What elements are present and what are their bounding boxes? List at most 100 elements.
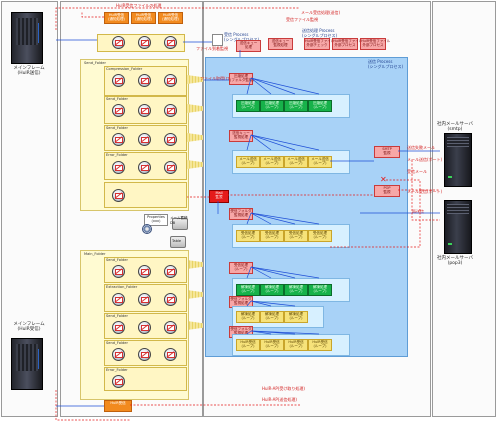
table-label: Table <box>172 239 182 243</box>
mainframe-send-label: メインフレーム (HulR送信) <box>13 66 45 76</box>
recv-box-1-3: 受信処理 (ループ) <box>284 230 308 242</box>
bottom-hulr-send-box: HulR受信 <box>104 400 132 412</box>
smtp-out-label: メール送信(ポート) <box>407 157 443 162</box>
retry-label: 再送信 <box>412 209 424 214</box>
top-gear-panel <box>212 34 223 46</box>
send-env-2a <box>112 104 125 117</box>
send-env-1b <box>138 74 151 87</box>
send-folder-label-1: Send_Folder <box>84 61 106 65</box>
green-box-2-1: 解凍処理 (ループ) <box>236 284 260 296</box>
top-pink-box-1: 送信キュー 監視処理 <box>268 38 293 50</box>
send-env-2b <box>138 104 151 117</box>
settings-gear-icon <box>142 224 152 234</box>
file-watch-annotation: ファイル到着監視 <box>196 46 228 51</box>
green-box-2-3: 解凍処理 (ループ) <box>284 284 308 296</box>
top-orange-box-2: HulR受信 (通知処理) <box>131 12 156 24</box>
db-label: メール蓄積 DB <box>170 216 188 225</box>
smtp-server-icon <box>444 133 472 187</box>
mail-receive-annotation: メール受信処理(送信) <box>301 10 341 15</box>
send-folder-label-5: Error_Folder <box>106 153 128 157</box>
top-orange-box-3: HulR受信 (通知処理) <box>158 12 183 24</box>
center-pink-4: 受信フォルダ 監視処理 <box>229 208 253 220</box>
send-folder-label-2: Compression_Folder <box>106 67 143 71</box>
pop-monitor-box: POP 監視 <box>374 185 400 197</box>
recv-folder-label-5: Send_Folder <box>106 341 128 345</box>
send-env-3c <box>164 133 177 146</box>
send-env-1a <box>112 74 125 87</box>
recv-folder-label-4: Send_Folder <box>106 314 128 318</box>
mainframe-send-server-icon <box>11 12 43 64</box>
send-env-1c <box>164 74 177 87</box>
send-folder-label-4: Send_Folder <box>106 126 128 130</box>
center-pink-1: 圧縮処理 (フォルダ監視) <box>229 73 254 85</box>
send-folder-label-3: Send_Folder <box>106 97 128 101</box>
pop3-server-label: 社内メールサーバ (pop3) <box>437 256 473 266</box>
top-orange-box-1: HulR受信 (通知処理) <box>104 12 129 24</box>
mainframe-receive-label: メインフレーム (HulR受信) <box>13 322 45 332</box>
green-box-2-4: 解凍処理 (ループ) <box>308 284 332 296</box>
rcv-scan-annotation: 受信ファイル監視 <box>286 17 318 22</box>
hulr-receive-annotation: HulR受信ファイルの処理 <box>116 3 162 8</box>
hulr-box-3: HulR受信 (ループ) <box>284 339 308 351</box>
recv-env-2a <box>112 293 125 306</box>
top-env-icon-3 <box>164 36 177 49</box>
error-env-icon <box>112 189 125 202</box>
unzip-box-1: 解凍処理 (ループ) <box>236 311 260 323</box>
bottom-note-2: HulR-AP(送信処理) <box>262 397 297 402</box>
hulr-box-2: HulR受信 (ループ) <box>260 339 284 351</box>
top-env-icon-1 <box>112 36 125 49</box>
recv-env-4b <box>138 348 151 361</box>
top-pink-box-3: HulR受信ファイル 外部プロセス <box>332 38 362 50</box>
recv-folder-label-6: Error_Folder <box>106 368 128 372</box>
mail-send-box-4: メール送信 (ループ) <box>308 156 332 168</box>
recv-env-4c <box>164 348 177 361</box>
recv-env-2c <box>164 293 177 306</box>
send-env-4a <box>112 161 125 174</box>
hulr-box-4: HulR受信 (ループ) <box>308 339 332 351</box>
top-env-icon-2 <box>138 36 151 49</box>
green-box-1-1: 圧縮処理 (ループ) <box>236 100 260 112</box>
center-pink-2: 送信キュー 監視処理 <box>229 130 253 142</box>
recv-box-1-4: 受信処理 (ループ) <box>308 230 332 242</box>
error-x-icon: ✕ <box>380 175 387 184</box>
unzip-box-2: 解凍処理 (ループ) <box>260 311 284 323</box>
send-env-2c <box>164 104 177 117</box>
send-process-title: 送信 Process (シングルプロセス) <box>368 59 404 69</box>
main-mail-monitor: Mail 監視 <box>209 190 229 203</box>
recv-box-1-2: 受信処理 (ループ) <box>260 230 284 242</box>
send-env-3a <box>112 133 125 146</box>
green-box-1-4: 圧縮処理 (ループ) <box>308 100 332 112</box>
green-box-1-3: 圧縮処理 (ループ) <box>284 100 308 112</box>
recv-env-3b <box>138 321 151 334</box>
recv-folder-label-1: Main_Folder <box>84 252 106 256</box>
pop3-server-icon <box>444 200 472 254</box>
top-pink-box-4: HulR受信ファイル 外部プロセス <box>360 38 390 50</box>
error-mail-label: 送信失敗メール <box>407 145 435 150</box>
green-box-1-2: 圧縮処理 (ループ) <box>260 100 284 112</box>
recv-env-4a <box>112 348 125 361</box>
send-env-3b <box>138 133 151 146</box>
smtp-server-label: 社内メールサーバ (smtp) <box>437 122 473 132</box>
recv-env-1c <box>164 265 177 278</box>
recv-folder-label-2: Send_Folder <box>106 258 128 262</box>
recv-error-env-icon <box>112 375 125 388</box>
top-pink-box-2: HulR受信ファイル 外部チェック <box>304 38 334 50</box>
mail-send-box-1: メール送信 (ループ) <box>236 156 260 168</box>
unzip-box-3: 解凍処理 (ループ) <box>284 311 308 323</box>
mail-send-box-2: メール送信 (ループ) <box>260 156 284 168</box>
send-env-4c <box>164 161 177 174</box>
recv-box-1-1: 受信処理 (ループ) <box>236 230 260 242</box>
mail-send-box-3: メール送信 (ループ) <box>284 156 308 168</box>
recv-mail-label: 受信メール <box>407 169 427 174</box>
top-pink-left-1: 送信キュー 処理 <box>236 40 261 52</box>
hulr-box-1: HulR受信 (ループ) <box>236 339 260 351</box>
recv-env-3a <box>112 321 125 334</box>
smtp-monitor-box: SMTP 監視 <box>374 146 400 158</box>
pop-in-label: メール受信(ポート) <box>407 189 443 194</box>
bottom-note-1: HulR-AP(受け取り処理) <box>262 386 305 391</box>
mainframe-receive-server-icon <box>11 338 43 390</box>
process-single-label-2: 送信処理 Process (シングルプロセス) <box>302 28 338 38</box>
center-pink-5: 受信処理 (ループ) <box>229 262 253 274</box>
green-box-2-2: 解凍処理 (ループ) <box>260 284 284 296</box>
recv-env-1a <box>112 265 125 278</box>
